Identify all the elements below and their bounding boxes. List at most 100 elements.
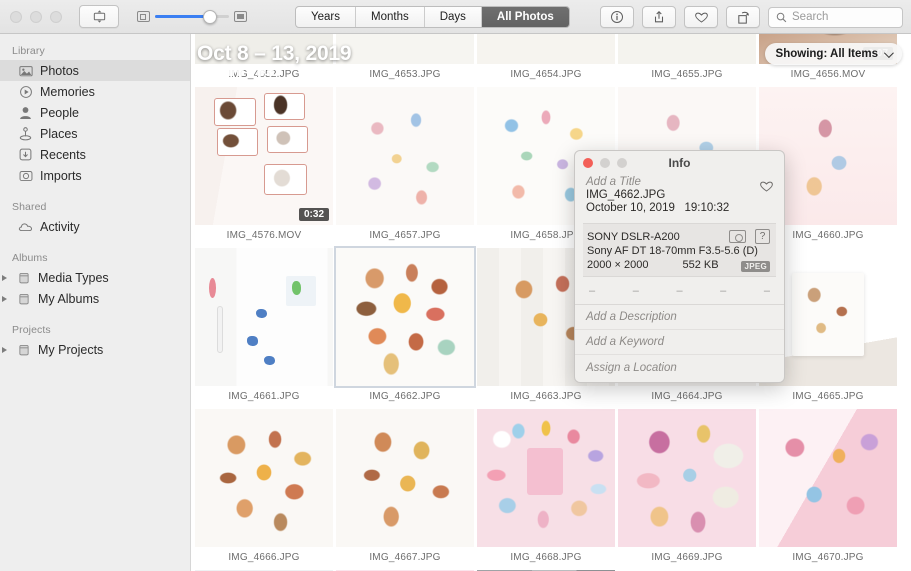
- photos-app-window: Years Months Days All Photos Search Libr…: [0, 0, 911, 571]
- photo-thumbnail[interactable]: [336, 34, 474, 64]
- info-panel[interactable]: Info Add a Title IMG_4662.JPG October 10…: [574, 150, 785, 383]
- tab-days[interactable]: Days: [425, 7, 482, 27]
- sidebar-item-recents[interactable]: Recents: [0, 144, 190, 165]
- photo-cell[interactable]: IMG_4653.JPG: [336, 34, 474, 87]
- photo-row-1: 0:32 IMG_4576.MOV IMG_4657.JPG IMG_4658.…: [191, 87, 911, 248]
- disclosure-triangle-icon[interactable]: [2, 295, 7, 302]
- photo-cell[interactable]: IMG_4657.JPG: [336, 87, 474, 248]
- sidebar-item-places[interactable]: Places: [0, 123, 190, 144]
- heart-icon: [694, 12, 708, 23]
- photo-cell[interactable]: IMG_4670.JPG: [759, 409, 897, 570]
- view-mode-tabs[interactable]: Years Months Days All Photos: [295, 6, 570, 28]
- info-button[interactable]: [600, 6, 634, 28]
- add-keyword-field[interactable]: Add a Keyword: [575, 330, 784, 355]
- photo-caption: IMG_4667.JPG: [369, 552, 441, 563]
- photo-cell[interactable]: IMG_4669.JPG: [618, 409, 756, 570]
- sidebar-item-photos[interactable]: Photos: [0, 60, 190, 81]
- photo-cell[interactable]: IMG_4655.JPG: [618, 34, 756, 87]
- photo-thumbnail[interactable]: [195, 409, 333, 547]
- sidebar-item-imports[interactable]: Imports: [0, 165, 190, 186]
- photos-icon: [18, 64, 33, 78]
- photo-cell[interactable]: IMG_4661.JPG: [195, 248, 333, 409]
- disclosure-triangle-icon[interactable]: [2, 274, 7, 281]
- info-exif-values-row: – – – – –: [575, 277, 784, 304]
- photo-caption: IMG_4670.JPG: [792, 552, 864, 563]
- photo-grid-area[interactable]: IMG_4652.JPG IMG_4653.JPG IMG_4654.JPG: [191, 34, 911, 571]
- zoom-in-icon[interactable]: [234, 11, 247, 22]
- photo-caption: IMG_4669.JPG: [651, 552, 723, 563]
- photo-caption: IMG_4657.JPG: [369, 230, 441, 241]
- photo-caption: IMG_4654.JPG: [510, 69, 582, 80]
- sidebar-label-my-projects: My Projects: [38, 342, 104, 357]
- sidebar-section-shared: Shared: [12, 201, 47, 213]
- photo-thumbnail[interactable]: [618, 409, 756, 547]
- rotate-button[interactable]: [726, 6, 760, 28]
- exif-value-exposure: –: [763, 285, 770, 297]
- tab-all-photos[interactable]: All Photos: [481, 7, 569, 27]
- tab-months[interactable]: Months: [356, 7, 425, 27]
- window-controls[interactable]: [10, 10, 62, 23]
- photo-cell[interactable]: 0:32 IMG_4576.MOV: [195, 87, 333, 248]
- disclosure-triangle-icon[interactable]: [2, 346, 7, 353]
- thumbnail-zoom-control[interactable]: [137, 9, 247, 24]
- photo-thumbnail[interactable]: [334, 246, 476, 388]
- photo-cell[interactable]: IMG_4654.JPG: [477, 34, 615, 87]
- photo-thumbnail[interactable]: [759, 409, 897, 547]
- photo-cell[interactable]: IMG_4668.JPG: [477, 409, 615, 570]
- exif-value-shutter: –: [720, 285, 727, 297]
- favorite-button[interactable]: [684, 6, 718, 28]
- photo-cell[interactable]: IMG_4666.JPG: [195, 409, 333, 570]
- photo-thumbnail[interactable]: [477, 409, 615, 547]
- photo-cell[interactable]: IMG_4667.JPG: [336, 409, 474, 570]
- showing-filter-button[interactable]: Showing: All Items: [764, 43, 902, 65]
- sidebar-item-memories[interactable]: Memories: [0, 81, 190, 102]
- search-placeholder: Search: [792, 11, 829, 23]
- close-button[interactable]: [10, 10, 22, 23]
- sidebar-item-my-albums[interactable]: My Albums: [0, 288, 190, 309]
- photo-caption: IMG_4576.MOV: [226, 230, 302, 241]
- sidebar-label-photos: Photos: [40, 63, 79, 78]
- photo-caption: IMG_4655.JPG: [651, 69, 723, 80]
- sidebar-item-activity[interactable]: Activity: [0, 216, 190, 237]
- sidebar-label-places: Places: [40, 126, 78, 141]
- photo-row-3: IMG_4666.JPG IMG_4667.JPG IMG_4668.JPG I…: [191, 409, 911, 570]
- photo-cell-selected[interactable]: IMG_4662.JPG: [334, 246, 476, 409]
- info-editable-fields: Add a Description Add a Keyword Assign a…: [575, 304, 784, 380]
- photo-caption: IMG_4660.JPG: [792, 230, 864, 241]
- format-badge: JPEG: [741, 261, 770, 272]
- maximize-button[interactable]: [50, 10, 62, 23]
- info-time: 19:10:32: [684, 202, 730, 214]
- scroll-scrubber[interactable]: [197, 70, 274, 76]
- info-favorite-button[interactable]: [759, 179, 774, 196]
- info-date: October 10, 2019: [586, 202, 675, 214]
- people-icon: [18, 106, 33, 120]
- add-title-field[interactable]: Add a Title: [586, 176, 773, 188]
- chevron-down-icon: [883, 47, 894, 58]
- info-filesize: 552 KB: [682, 259, 719, 271]
- photo-thumbnail[interactable]: [477, 34, 615, 64]
- info-panel-title: Info: [668, 156, 691, 170]
- sidebar-toggle-button[interactable]: [79, 5, 119, 28]
- help-button[interactable]: ?: [755, 229, 770, 244]
- search-field[interactable]: Search: [768, 6, 903, 28]
- tab-years[interactable]: Years: [296, 7, 356, 27]
- assign-location-field[interactable]: Assign a Location: [575, 355, 784, 380]
- memories-icon: [18, 85, 33, 99]
- share-button[interactable]: [642, 6, 676, 28]
- zoom-slider-knob[interactable]: [203, 9, 217, 24]
- photo-thumbnail[interactable]: [618, 34, 756, 64]
- photo-thumbnail[interactable]: [336, 409, 474, 547]
- zoom-out-icon[interactable]: [137, 11, 150, 22]
- sidebar-label-memories: Memories: [40, 84, 95, 99]
- video-thumbnail[interactable]: 0:32: [195, 87, 333, 225]
- photo-thumbnail[interactable]: [336, 87, 474, 225]
- sidebar-item-my-projects[interactable]: My Projects: [0, 339, 190, 360]
- sidebar-item-media-types[interactable]: Media Types: [0, 267, 190, 288]
- add-description-field[interactable]: Add a Description: [575, 305, 784, 330]
- minimize-button[interactable]: [30, 10, 42, 23]
- photo-thumbnail[interactable]: [195, 248, 333, 386]
- heart-icon: [760, 181, 773, 192]
- sidebar-item-people[interactable]: People: [0, 102, 190, 123]
- zoom-slider[interactable]: [155, 9, 229, 24]
